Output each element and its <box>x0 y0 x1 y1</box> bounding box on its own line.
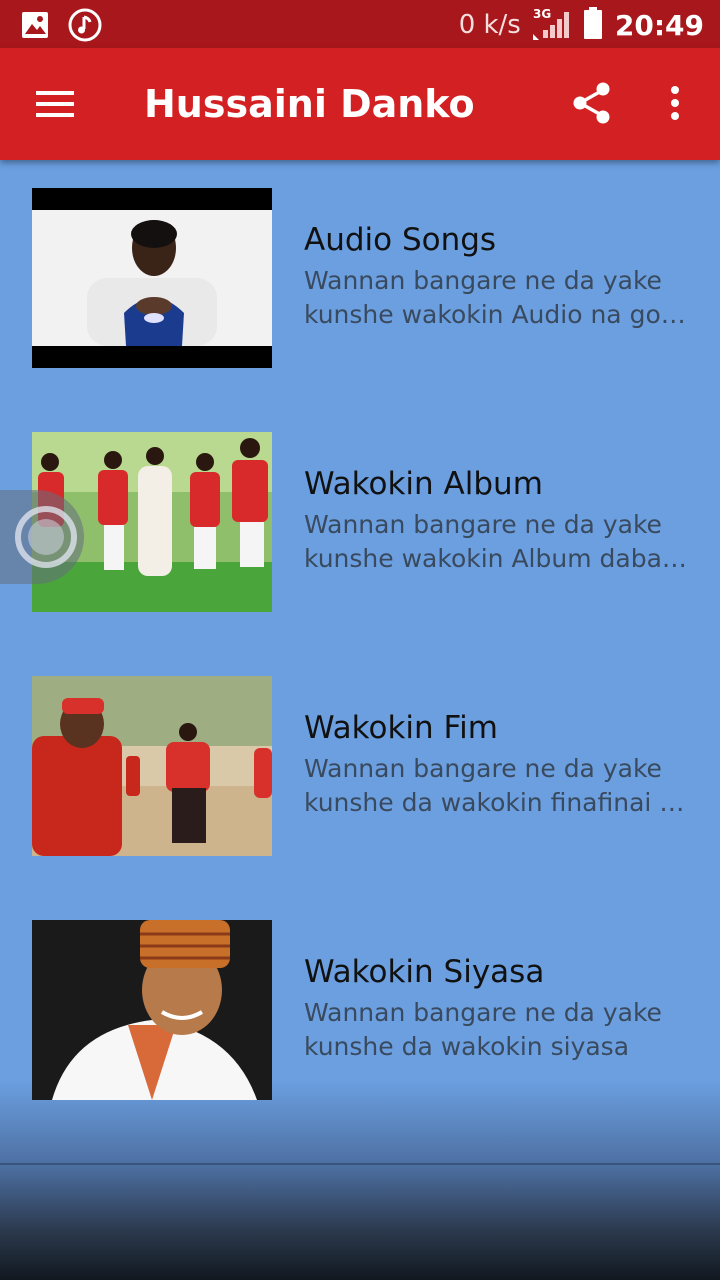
network-type: 3G <box>533 7 551 21</box>
item-description-line: Wannan bangare ne da yake <box>304 998 662 1027</box>
signal-icon: 3G <box>532 6 571 44</box>
item-description: Wannan bangare ne da yake kunshe wakokin… <box>304 508 694 576</box>
app-toolbar: Hussaini Danko <box>0 48 720 160</box>
item-description-line: Wannan bangare ne da yake <box>304 754 662 783</box>
item-description-line: kunshe wakokin Album daba… <box>304 544 687 573</box>
item-title: Wakokin Siyasa <box>304 954 545 990</box>
battery-icon <box>583 7 603 43</box>
net-speed: 0 k/s <box>458 10 521 40</box>
status-bar: 0 k/s 3G 20:49 <box>0 0 720 48</box>
item-description-line: kunshe da wakokin siyasa <box>304 1032 630 1061</box>
list-item-wakokin-siyasa[interactable]: Wakokin Siyasa Wannan bangare ne da yake… <box>0 892 720 1136</box>
share-icon[interactable] <box>570 78 616 128</box>
item-description: Wannan bangare ne da yake kunshe da wako… <box>304 996 694 1064</box>
item-description: Wannan bangare ne da yake kunshe da wako… <box>304 752 694 820</box>
item-description-line: Wannan bangare ne da yake <box>304 266 662 295</box>
thumbnail-image <box>32 920 272 1100</box>
item-description-line: Wannan bangare ne da yake <box>304 510 662 539</box>
clock: 20:49 <box>614 8 704 42</box>
list-item-audio-songs[interactable]: Audio Songs Wannan bangare ne da yake ku… <box>0 160 720 404</box>
app-title: Hussaini Danko <box>144 82 475 126</box>
music-note-icon <box>68 8 102 46</box>
hamburger-menu-icon[interactable] <box>26 78 86 130</box>
thumbnail-image <box>32 188 272 368</box>
image-icon <box>20 10 50 44</box>
item-description-line: kunshe wakokin Audio na go… <box>304 300 686 329</box>
item-title: Audio Songs <box>304 222 497 258</box>
list-item-wakokin-album[interactable]: Wakokin Album Wannan bangare ne da yake … <box>0 404 720 648</box>
more-vert-icon[interactable] <box>660 78 690 128</box>
list-item-wakokin-fim[interactable]: Wakokin Fim Wannan bangare ne da yake ku… <box>0 648 720 892</box>
item-title: Wakokin Album <box>304 466 543 502</box>
item-description: Wannan bangare ne da yake kunshe wakokin… <box>304 264 694 332</box>
floating-assistive-button[interactable] <box>0 490 84 584</box>
item-title: Wakokin Fim <box>304 710 498 746</box>
bottom-divider <box>0 1163 720 1165</box>
thumbnail-image <box>32 676 272 856</box>
item-description-line: kunshe da wakokin finafinai d… <box>304 788 694 817</box>
